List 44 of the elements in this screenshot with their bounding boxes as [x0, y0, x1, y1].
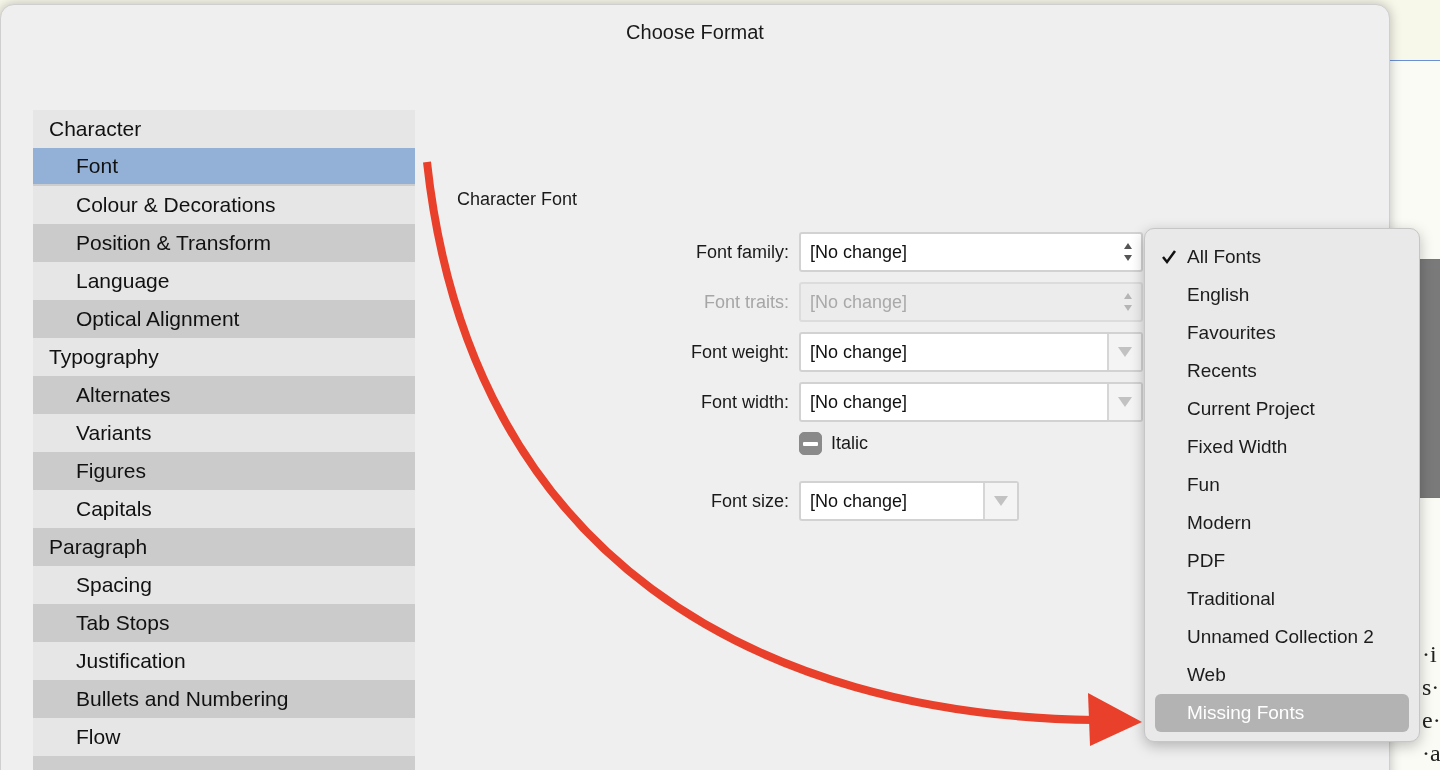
sidebar-item[interactable]: Typography — [33, 338, 415, 376]
dialog-title: Choose Format — [626, 21, 764, 44]
menu-item[interactable]: Fixed Width — [1155, 428, 1409, 466]
field-label: Font width: — [699, 391, 789, 413]
menu-item[interactable]: English — [1155, 276, 1409, 314]
field-label: Font size: — [709, 490, 789, 512]
sidebar-item[interactable]: Colour & Decorations — [33, 186, 415, 224]
field-label: Font weight: — [689, 341, 789, 363]
menu-item[interactable]: PDF — [1155, 542, 1409, 580]
combo-field[interactable]: [No change] — [799, 332, 1143, 372]
document-text: ·i — [1422, 640, 1438, 669]
checkbox[interactable] — [799, 432, 822, 455]
sidebar-item[interactable]: Capitals — [33, 490, 415, 528]
document-text: ·a — [1422, 739, 1440, 768]
dash-icon — [803, 441, 818, 446]
menu-item[interactable]: Modern — [1155, 504, 1409, 542]
menu-item[interactable]: Current Project — [1155, 390, 1409, 428]
stepper-icon[interactable] — [1123, 241, 1133, 263]
sidebar-item[interactable]: Flow — [33, 718, 415, 756]
document-text: s· — [1422, 673, 1440, 702]
menu-item[interactable]: Unnamed Collection 2 — [1155, 618, 1409, 656]
popup-field[interactable]: [No change] — [799, 232, 1143, 272]
sidebar-item[interactable]: Language — [33, 262, 415, 300]
combo-field[interactable]: [No change] — [799, 481, 1019, 521]
menu-item[interactable]: Recents — [1155, 352, 1409, 390]
caret-icon — [1118, 397, 1132, 407]
menu-item[interactable]: All Fonts — [1155, 238, 1409, 276]
caret-icon — [994, 496, 1008, 506]
document-text: e· — [1422, 706, 1440, 735]
checkbox-label: Italic — [831, 433, 868, 454]
field-label: Font traits: — [702, 291, 789, 313]
sidebar-item[interactable]: Font — [33, 148, 415, 186]
menu-item[interactable]: Traditional — [1155, 580, 1409, 618]
combo-field[interactable]: [No change] — [799, 382, 1143, 422]
sidebar-item[interactable]: Justification — [33, 642, 415, 680]
caret-icon — [1118, 347, 1132, 357]
sidebar-item[interactable]: Variants — [33, 414, 415, 452]
menu-item[interactable]: Favourites — [1155, 314, 1409, 352]
section-heading: Character Font — [457, 189, 579, 210]
menu-item[interactable]: Web — [1155, 656, 1409, 694]
field-label: Font family: — [694, 241, 789, 263]
menu-item[interactable]: Fun — [1155, 466, 1409, 504]
sidebar-item[interactable]: Spacing — [33, 566, 415, 604]
sidebar-item[interactable]: Character — [33, 110, 415, 148]
